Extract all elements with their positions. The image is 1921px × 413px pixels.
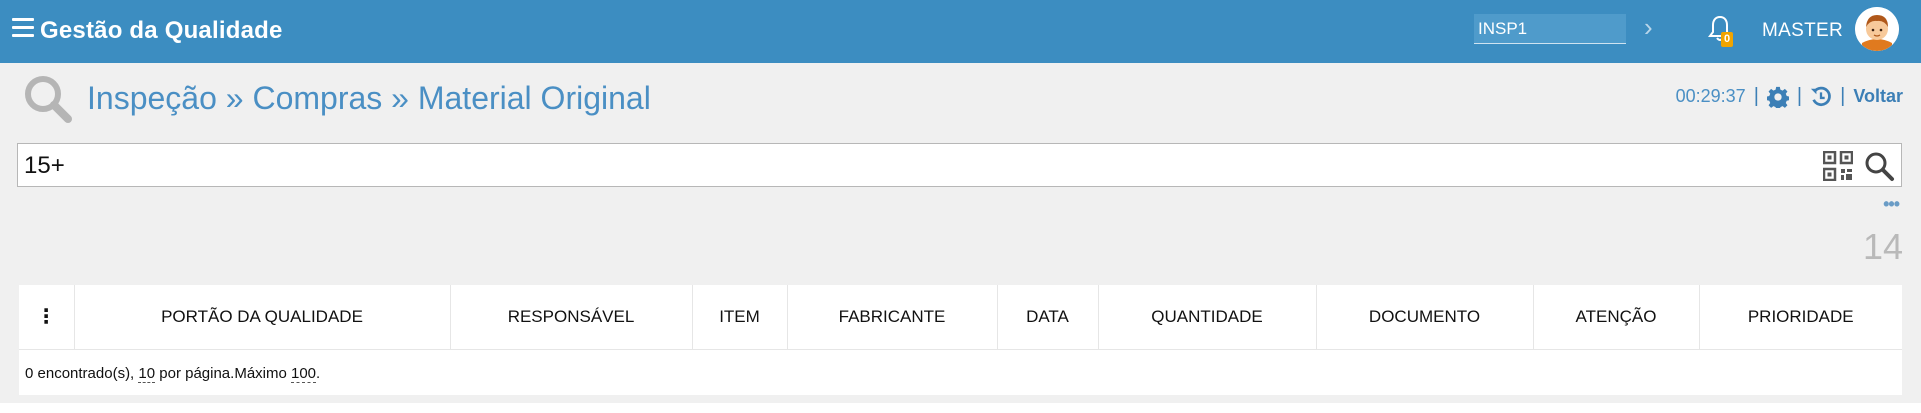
divider: | [1753, 85, 1759, 107]
magnifier-icon [25, 76, 72, 123]
search-button[interactable] [1863, 150, 1895, 187]
app-title: Gestão da Qualidade [40, 17, 283, 44]
user-name[interactable]: MASTER [1762, 20, 1843, 42]
top-actions: 00:29:37 | | | Voltar [1676, 85, 1903, 108]
session-timer: 00:29:37 [1675, 86, 1746, 106]
search-input[interactable] [22, 148, 1806, 184]
chevron-right-icon[interactable]: › [1644, 14, 1664, 40]
avatar[interactable] [1855, 7, 1899, 51]
pagination-info: 0 encontrado(s), 10 por página.Máximo 10… [25, 365, 321, 383]
gear-icon [1766, 86, 1789, 108]
history-button[interactable] [1810, 86, 1832, 108]
divider: | [1840, 85, 1846, 107]
result-count: 14 [1862, 226, 1903, 267]
column-header[interactable]: PRIORIDADE [1699, 285, 1902, 350]
max-selector[interactable]: 100 [291, 365, 317, 383]
column-header[interactable]: ITEM [692, 285, 788, 350]
column-header[interactable]: ATENÇÃO [1533, 285, 1700, 350]
app: Gestão da Qualidade › 0 MASTER [0, 0, 1921, 413]
top-bar: Gestão da Qualidade › 0 MASTER [0, 0, 1921, 63]
column-header[interactable]: PORTÃO DA QUALIDADE [74, 285, 451, 350]
per-page-selector[interactable]: 10 [138, 365, 156, 383]
per-page-text: por página.Máximo [155, 365, 291, 382]
column-header[interactable]: DOCUMENTO [1316, 285, 1534, 350]
inspector-field[interactable] [1474, 14, 1626, 44]
more-icon[interactable]: ••• [1883, 194, 1900, 215]
notifications-button[interactable]: 0 [1707, 14, 1741, 50]
history-icon [1811, 86, 1831, 106]
back-button[interactable]: Voltar [1853, 86, 1903, 107]
search-box [17, 143, 1902, 187]
bottom-strip [0, 403, 1921, 413]
divider: | [1796, 85, 1803, 107]
breadcrumb: Inspeção » Compras » Material Original [87, 80, 651, 117]
content-area: Inspeção » Compras » Material Original 0… [0, 63, 1921, 403]
breadcrumb-separator: » [216, 80, 253, 116]
search-icon [1865, 152, 1894, 181]
notification-badge: 0 [1721, 32, 1733, 47]
qr-code-button[interactable] [1822, 150, 1854, 186]
breadcrumb-separator: » [382, 80, 418, 116]
breadcrumb-item-compras[interactable]: Compras [252, 80, 382, 116]
column-header[interactable]: FABRICANTE [787, 285, 998, 350]
qr-code-icon [1822, 150, 1854, 182]
found-text: 0 encontrado(s), [25, 365, 139, 382]
column-menu-icon[interactable]: ⋮ [19, 285, 75, 350]
settings-button[interactable] [1766, 86, 1789, 108]
table-header-row: ⋮ PORTÃO DA QUALIDADE RESPONSÁVEL ITEM F… [19, 285, 1902, 350]
breadcrumb-item-inspecao[interactable]: Inspeção [87, 80, 217, 116]
breadcrumb-item-material-original: Material Original [417, 80, 651, 116]
column-header[interactable]: QUANTIDADE [1098, 285, 1317, 350]
avatar-icon [1855, 7, 1899, 51]
column-header[interactable]: DATA [997, 285, 1099, 350]
menu-icon[interactable] [12, 18, 34, 38]
results-table: ⋮ PORTÃO DA QUALIDADE RESPONSÁVEL ITEM F… [19, 285, 1902, 395]
column-header[interactable]: RESPONSÁVEL [450, 285, 693, 350]
footer-end: . [316, 365, 321, 382]
